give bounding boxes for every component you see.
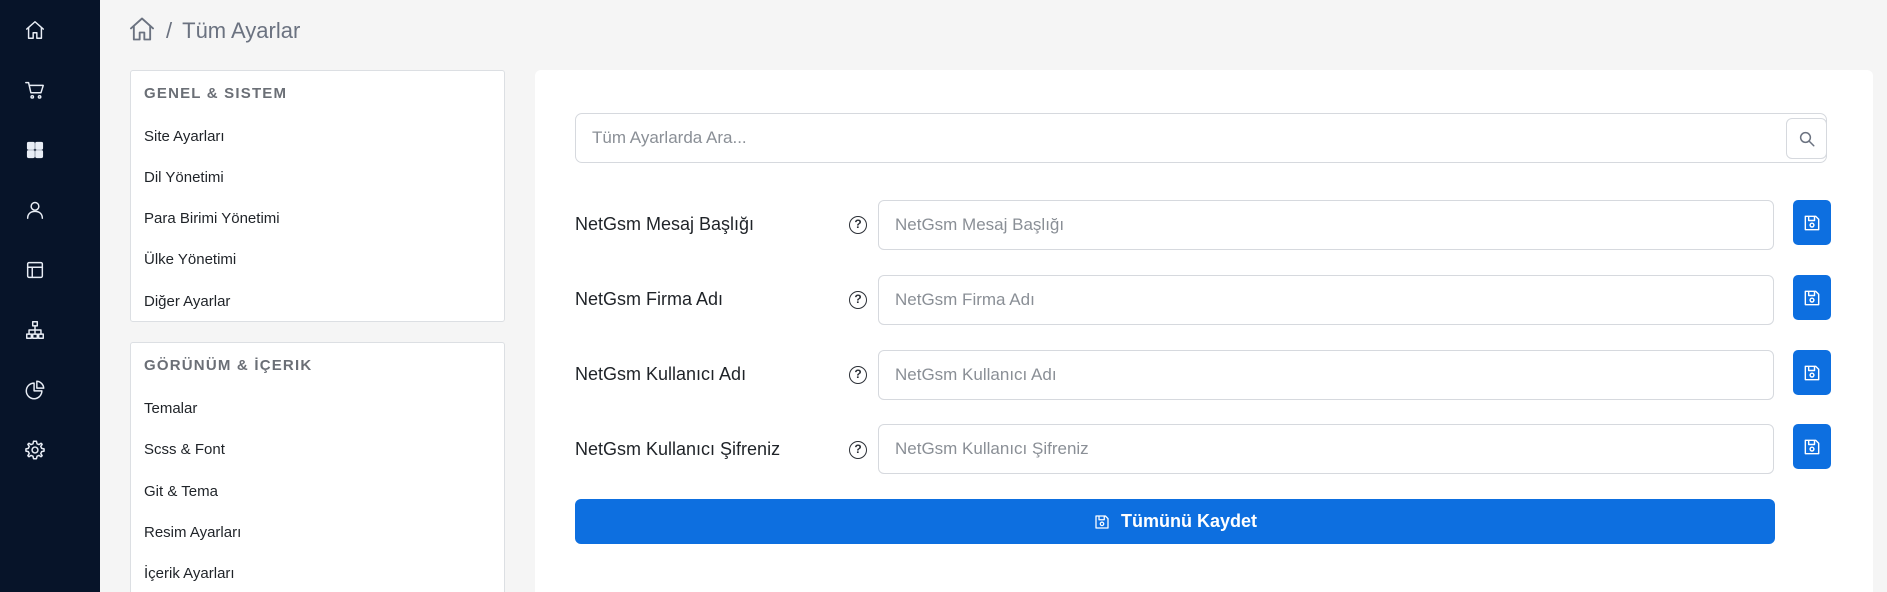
pie-chart-icon[interactable]: [20, 375, 50, 405]
menu-item-themes[interactable]: Temalar: [144, 400, 197, 417]
breadcrumb-separator: /: [166, 18, 173, 43]
menu-item-git-theme[interactable]: Git & Tema: [144, 483, 218, 500]
help-icon[interactable]: ?: [849, 291, 867, 309]
menu-item-image-settings[interactable]: Resim Ayarları: [144, 524, 241, 541]
save-all-button[interactable]: Tümünü Kaydet: [575, 499, 1775, 544]
save-icon: [1095, 514, 1109, 529]
save-field-button[interactable]: [1793, 200, 1831, 245]
help-icon[interactable]: ?: [849, 441, 867, 459]
save-icon: [1804, 215, 1820, 230]
save-icon: [1804, 439, 1820, 454]
save-field-button[interactable]: [1793, 424, 1831, 469]
cart-icon[interactable]: [20, 75, 50, 105]
grid-icon[interactable]: [20, 135, 50, 165]
menu-item-scss-font[interactable]: Scss & Font: [144, 441, 225, 458]
help-icon[interactable]: ?: [849, 366, 867, 384]
settings-icon[interactable]: [20, 435, 50, 465]
save-icon: [1804, 365, 1820, 380]
field-label: NetGsm Mesaj Başlığı: [575, 214, 755, 234]
search-button[interactable]: [1786, 118, 1827, 159]
settings-menu-appearance: GÖRÜNÜM & İÇERIK Temalar Scss & Font Git…: [130, 342, 505, 592]
menu-item-site-settings[interactable]: Site Ayarları: [144, 128, 225, 145]
help-icon[interactable]: ?: [849, 216, 867, 234]
save-field-button[interactable]: [1793, 350, 1831, 395]
layout-icon[interactable]: [20, 255, 50, 285]
netgsm-password-input[interactable]: [878, 424, 1774, 474]
field-label: NetGsm Kullanıcı Şifreniz: [575, 439, 781, 459]
save-all-label: Tümünü Kaydet: [1120, 511, 1257, 531]
menu-item-other[interactable]: Diğer Ayarlar: [144, 293, 230, 310]
search-box: [575, 113, 1827, 163]
settings-menu-general: GENEL & SISTEM Site Ayarları Dil Yönetim…: [130, 70, 505, 322]
menu-section-heading: GENEL & SISTEM: [144, 85, 288, 102]
netgsm-username-input[interactable]: [878, 350, 1774, 400]
field-label: NetGsm Firma Adı: [575, 289, 724, 309]
sitemap-icon[interactable]: [20, 315, 50, 345]
icon-rail: [0, 0, 100, 592]
breadcrumb: / Tüm Ayarlar: [128, 14, 300, 48]
menu-item-currency[interactable]: Para Birimi Yönetimi: [144, 210, 280, 227]
home-icon[interactable]: [128, 15, 156, 48]
netgsm-company-input[interactable]: [878, 275, 1774, 325]
menu-item-content-settings[interactable]: İçerik Ayarları: [144, 565, 235, 582]
search-icon: [1799, 131, 1814, 146]
menu-section-heading: GÖRÜNÜM & İÇERIK: [144, 357, 313, 374]
menu-item-language[interactable]: Dil Yönetimi: [144, 169, 224, 186]
menu-item-country[interactable]: Ülke Yönetimi: [144, 251, 236, 268]
page-title: Tüm Ayarlar: [182, 18, 301, 43]
save-icon: [1804, 290, 1820, 305]
field-label: NetGsm Kullanıcı Adı: [575, 364, 747, 384]
save-field-button[interactable]: [1793, 275, 1831, 320]
netgsm-header-input[interactable]: [878, 200, 1774, 250]
search-input[interactable]: [576, 115, 1786, 161]
settings-panel: NetGsm Mesaj Başlığı ? NetGsm Firma Adı …: [535, 70, 1873, 592]
home-icon[interactable]: [20, 15, 50, 45]
user-icon[interactable]: [20, 195, 50, 225]
